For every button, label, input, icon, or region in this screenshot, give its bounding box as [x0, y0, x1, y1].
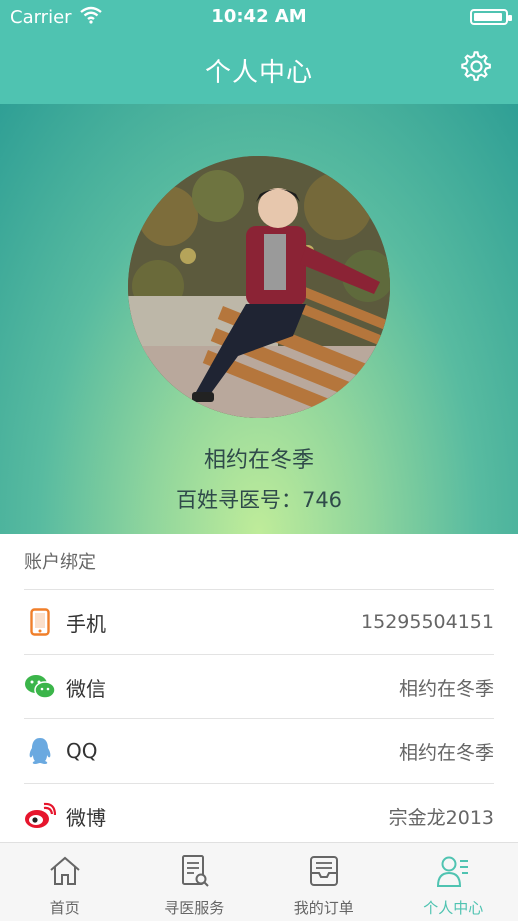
tab-personal-center[interactable]: 个人中心 — [389, 843, 518, 921]
wechat-icon — [24, 671, 56, 703]
account-row-label: 手机 — [66, 608, 106, 637]
tab-label: 我的订单 — [259, 897, 389, 918]
section-title-account-binding: 账户绑定 — [24, 548, 96, 574]
inbox-icon — [306, 853, 342, 889]
tab-find-doctor[interactable]: 寻医服务 — [130, 843, 260, 921]
tab-label: 寻医服务 — [130, 897, 260, 918]
account-row-label: QQ — [66, 739, 97, 763]
tab-label: 个人中心 — [389, 897, 518, 918]
profile-header: 相约在冬季 百姓寻医号：746 — [0, 104, 518, 534]
weibo-icon — [24, 800, 56, 832]
phone-icon — [24, 606, 56, 638]
page-title: 个人中心 — [0, 52, 518, 89]
account-row-label: 微信 — [66, 673, 106, 702]
account-row-value: 相约在冬季 — [399, 738, 494, 765]
account-row-label: 微博 — [66, 802, 106, 831]
account-row-value: 相约在冬季 — [399, 674, 494, 701]
profile-name: 相约在冬季 — [0, 442, 518, 474]
account-row-value: 15295504151 — [361, 611, 494, 633]
document-search-icon — [176, 853, 212, 889]
tab-label: 首页 — [0, 897, 130, 918]
account-row-qq[interactable]: QQ 相约在冬季 — [24, 719, 494, 783]
tab-home[interactable]: 首页 — [0, 843, 130, 921]
account-row-phone[interactable]: 手机 15295504151 — [24, 590, 494, 654]
account-row-weibo[interactable]: 微博 宗金龙2013 — [24, 784, 494, 848]
account-row-value: 宗金龙2013 — [389, 803, 494, 830]
battery-icon — [470, 9, 508, 25]
avatar[interactable] — [128, 156, 390, 418]
status-bar: Carrier 10:42 AM — [0, 0, 518, 34]
account-row-wechat[interactable]: 微信 相约在冬季 — [24, 655, 494, 719]
tab-my-orders[interactable]: 我的订单 — [259, 843, 389, 921]
nav-bar: 个人中心 — [0, 34, 518, 104]
status-time: 10:42 AM — [0, 6, 518, 27]
gear-icon[interactable] — [460, 50, 494, 84]
tab-bar: 首页 寻医服务 我的订单 个人中心 — [0, 842, 518, 921]
profile-icon — [435, 853, 471, 889]
qq-icon — [24, 735, 56, 767]
profile-id: 百姓寻医号：746 — [0, 484, 518, 514]
home-icon — [47, 853, 83, 889]
